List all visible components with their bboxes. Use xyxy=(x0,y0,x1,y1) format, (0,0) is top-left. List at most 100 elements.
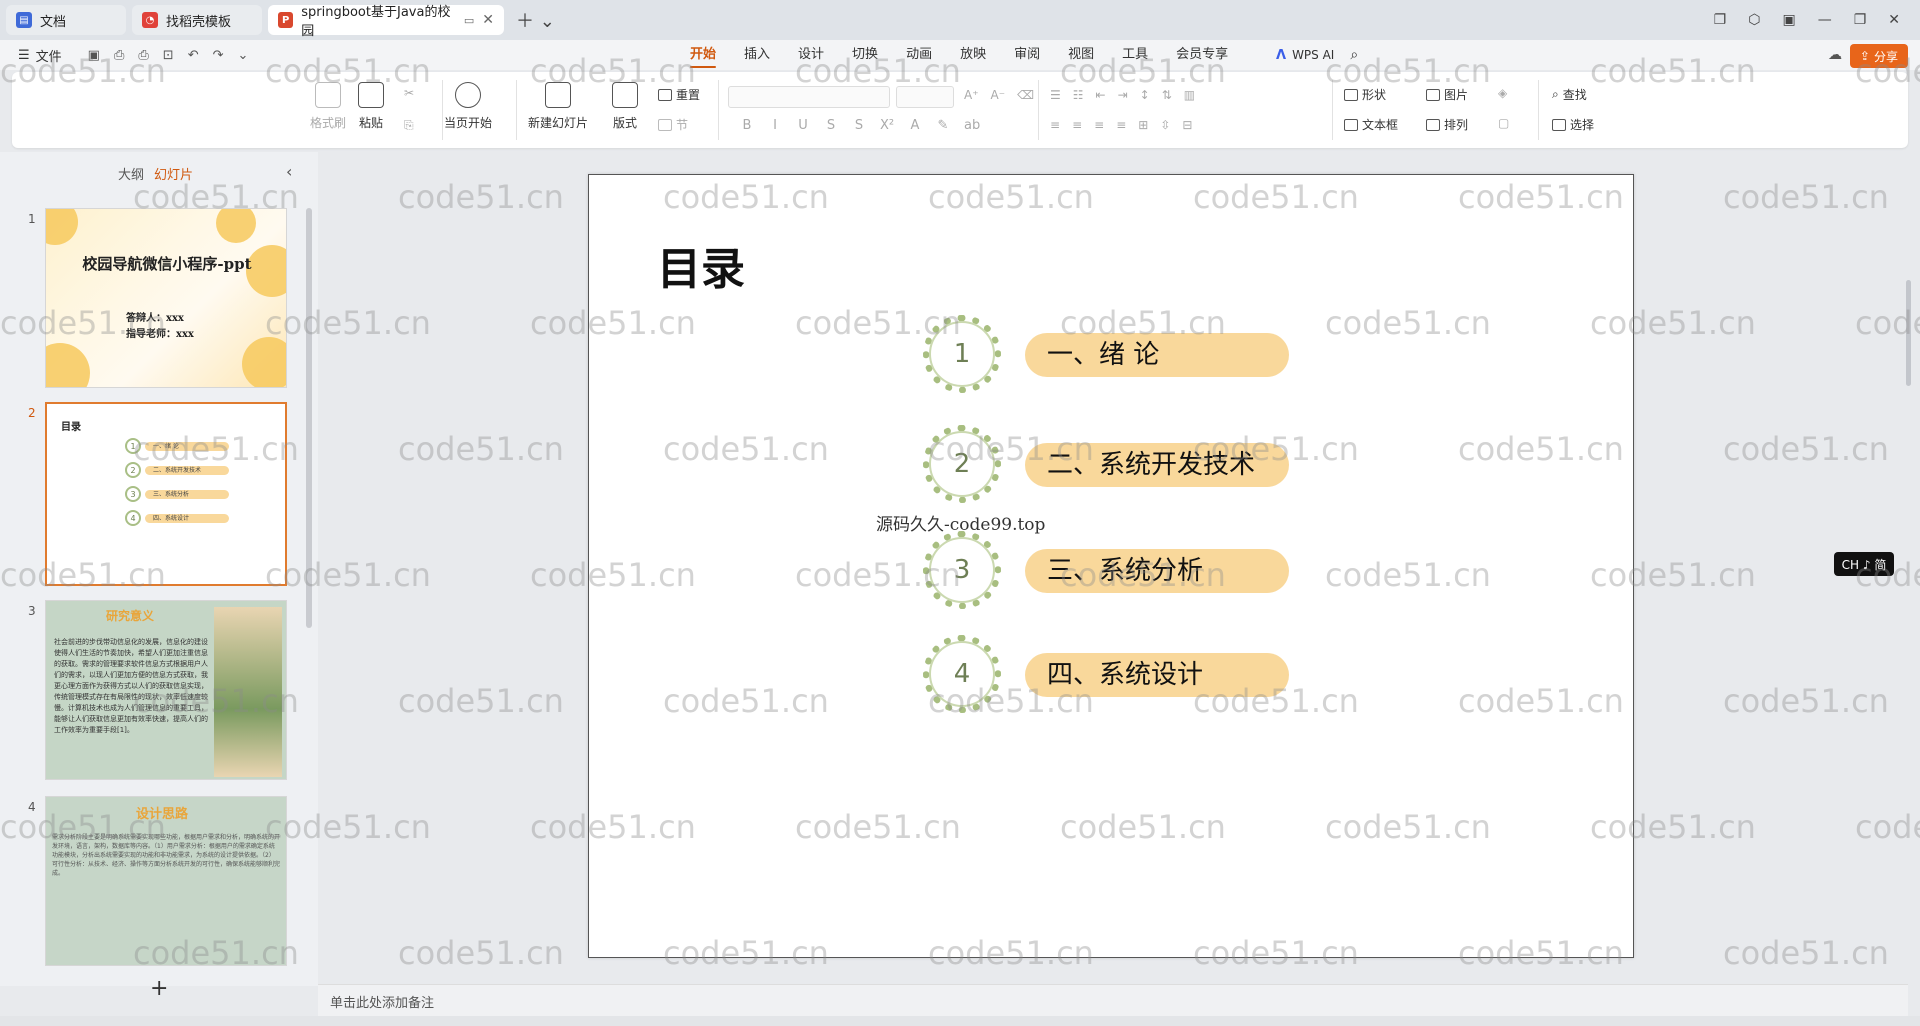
status-bar xyxy=(0,1016,1920,1026)
copy-icon[interactable]: ⎘ xyxy=(404,118,414,133)
restore-icon[interactable]: ❐ xyxy=(1854,12,1867,28)
close-tab-icon[interactable]: ✕ xyxy=(482,12,494,28)
bold-icon[interactable]: B xyxy=(740,118,754,133)
tab-docs[interactable]: ▤ 文档 xyxy=(6,5,126,35)
align-right-icon[interactable]: ≡ xyxy=(1094,118,1104,132)
collapse-panel-icon[interactable]: ‹ xyxy=(286,162,292,181)
export-icon[interactable]: ⎙ xyxy=(114,48,124,63)
slide-title[interactable]: 目录 xyxy=(657,233,745,297)
tab-manager-icon[interactable]: ❐ xyxy=(1714,12,1727,28)
new-slide-button[interactable]: 新建幻灯片 xyxy=(528,82,588,131)
vertical-align-icon[interactable]: ⇳ xyxy=(1160,118,1170,132)
slide-canvas[interactable]: 目录 1 一、绪 论 2 二、系统开发技术 3 三、系统分析 4 四、系统设计 xyxy=(588,174,1634,958)
tab-transition[interactable]: 切换 xyxy=(838,40,892,70)
canvas-scrollbar[interactable] xyxy=(1906,280,1911,386)
panel-scrollbar[interactable] xyxy=(306,208,312,628)
textbox-button[interactable]: 文本框 xyxy=(1344,116,1398,133)
char-spacing-icon[interactable]: ab xyxy=(964,118,980,133)
notes-pane[interactable]: 单击此处添加备注 xyxy=(318,984,1908,1016)
tab-insert[interactable]: 插入 xyxy=(730,40,784,70)
undo-icon[interactable]: ↶ xyxy=(188,48,199,63)
toc-item[interactable]: 四、系统设计 xyxy=(1025,653,1289,697)
underline-icon[interactable]: U xyxy=(796,118,810,133)
save-icon[interactable]: ▣ xyxy=(88,48,100,63)
wps-ai-button[interactable]: ᐱ WPS AI ⌕ xyxy=(1276,40,1358,70)
play-from-current-button[interactable]: 当页开始 xyxy=(444,82,492,131)
tab-animation[interactable]: 动画 xyxy=(892,40,946,70)
more-icon[interactable]: ⌄ xyxy=(238,48,249,63)
avatar[interactable]: ▣ xyxy=(1782,12,1795,28)
font-grow-icon[interactable]: A⁺ xyxy=(964,88,979,102)
arrange-button[interactable]: 排列 xyxy=(1426,116,1468,133)
layout-button[interactable]: 版式 xyxy=(612,82,638,131)
box-icon[interactable]: ⬡ xyxy=(1748,12,1760,28)
share-button[interactable]: ⇪ 分享 xyxy=(1849,44,1908,68)
superscript-icon[interactable]: X² xyxy=(880,118,894,133)
columns-icon[interactable]: ▥ xyxy=(1184,88,1195,102)
align-left-icon[interactable]: ≡ xyxy=(1050,118,1060,132)
print-icon[interactable]: ⎙ xyxy=(138,48,148,63)
shapes-button[interactable]: 形状 xyxy=(1344,86,1386,103)
toc-item[interactable]: 二、系统开发技术 xyxy=(1025,443,1289,487)
tab-design[interactable]: 设计 xyxy=(784,40,838,70)
text-direction-icon[interactable]: ⇅ xyxy=(1162,88,1172,102)
text-align-icon[interactable]: ⊟ xyxy=(1182,118,1192,132)
font-size-select[interactable] xyxy=(896,86,954,108)
italic-icon[interactable]: I xyxy=(768,118,782,133)
font-family-select[interactable] xyxy=(728,86,890,108)
slide-thumbnail-4[interactable]: 设计思路 需求分析阶段主要是明确系统需要实现哪些功能，根据用户需求和分析，明确系… xyxy=(45,796,287,966)
print-preview-icon[interactable]: ⊡ xyxy=(163,48,174,63)
font-shrink-icon[interactable]: A⁻ xyxy=(991,88,1006,102)
strikethrough-icon[interactable]: S xyxy=(824,118,838,133)
tab-presentation[interactable]: P springboot基于Java的校园 ▭ ✕ xyxy=(268,5,504,39)
slide-thumbnail-3[interactable]: 研究意义 社会前进的步伐带动信息化的发展，信息化的建设使得人们生活的节奏加快，希… xyxy=(45,600,287,780)
paste-button[interactable]: 粘贴 xyxy=(358,82,384,131)
format-painter-button[interactable]: 格式刷 xyxy=(310,82,346,131)
tab-home[interactable]: 开始 xyxy=(676,40,730,70)
select-button[interactable]: 选择 xyxy=(1552,116,1594,133)
layout-icon xyxy=(612,82,638,108)
search-icon[interactable]: ⌕ xyxy=(1350,47,1358,63)
cut-icon[interactable]: ✂ xyxy=(404,86,414,100)
clear-format-icon[interactable]: ⌫ xyxy=(1017,88,1034,102)
tab-slideshow[interactable]: 放映 xyxy=(946,40,1000,70)
align-center-icon[interactable]: ≡ xyxy=(1072,118,1082,132)
add-slide-button[interactable]: + xyxy=(150,976,168,1001)
justify-icon[interactable]: ≡ xyxy=(1116,118,1126,132)
tab-view[interactable]: 视图 xyxy=(1054,40,1108,70)
tab-outline[interactable]: 大纲 xyxy=(118,164,144,183)
tab-docer-templates[interactable]: ◔ 找稻壳模板 xyxy=(132,5,262,35)
outline-icon[interactable]: ▢ xyxy=(1498,116,1509,130)
file-menu[interactable]: ☰ 文件 xyxy=(18,46,62,65)
tab-bar: ▤ 文档 ◔ 找稻壳模板 P springboot基于Java的校园 ▭ ✕ ＋… xyxy=(0,0,1920,40)
picture-button[interactable]: 图片 xyxy=(1426,86,1468,103)
bullets-icon[interactable]: ☰ xyxy=(1050,88,1061,102)
redo-icon[interactable]: ↷ xyxy=(213,48,224,63)
section-button[interactable]: 节 xyxy=(658,116,688,133)
screen-icon[interactable]: ▭ xyxy=(464,14,474,27)
fill-icon[interactable]: ◈ xyxy=(1498,86,1507,100)
find-button[interactable]: ⌕ 查找 xyxy=(1552,86,1587,103)
shadow-icon[interactable]: S xyxy=(852,118,866,133)
new-tab-button[interactable]: ＋ ⌄ xyxy=(516,7,555,33)
minimize-icon[interactable]: — xyxy=(1818,12,1832,28)
distribute-icon[interactable]: ⊞ xyxy=(1138,118,1148,132)
cloud-icon[interactable]: ☁ xyxy=(1828,47,1842,63)
slide-thumbnail-1[interactable]: 校园导航微信小程序-ppt 答辩人：xxx 指导老师：xxx xyxy=(45,208,287,388)
toc-item[interactable]: 三、系统分析 xyxy=(1025,549,1289,593)
reset-button[interactable]: 重置 xyxy=(658,86,700,103)
indent-increase-icon[interactable]: ⇥ xyxy=(1118,88,1128,102)
highlight-icon[interactable]: ✎ xyxy=(936,118,950,133)
close-window-icon[interactable]: ✕ xyxy=(1888,12,1900,28)
tab-review[interactable]: 审阅 xyxy=(1000,40,1054,70)
slide-thumbnail-2[interactable]: 目录 1 一、绪 论 2 二、系统开发技术 3 三、系统分析 4 四、系统设计 xyxy=(45,402,287,586)
line-spacing-icon[interactable]: ↕ xyxy=(1140,88,1150,102)
numbering-icon[interactable]: ☷ xyxy=(1073,88,1084,102)
ime-indicator[interactable]: CH ♪ 简 xyxy=(1834,552,1894,576)
tab-tools[interactable]: 工具 xyxy=(1108,40,1162,70)
font-color-icon[interactable]: A xyxy=(908,118,922,133)
tab-slides[interactable]: 幻灯片 xyxy=(154,164,193,183)
tab-member[interactable]: 会员专享 xyxy=(1162,40,1242,70)
indent-decrease-icon[interactable]: ⇤ xyxy=(1096,88,1106,102)
toc-item[interactable]: 一、绪 论 xyxy=(1025,333,1289,377)
